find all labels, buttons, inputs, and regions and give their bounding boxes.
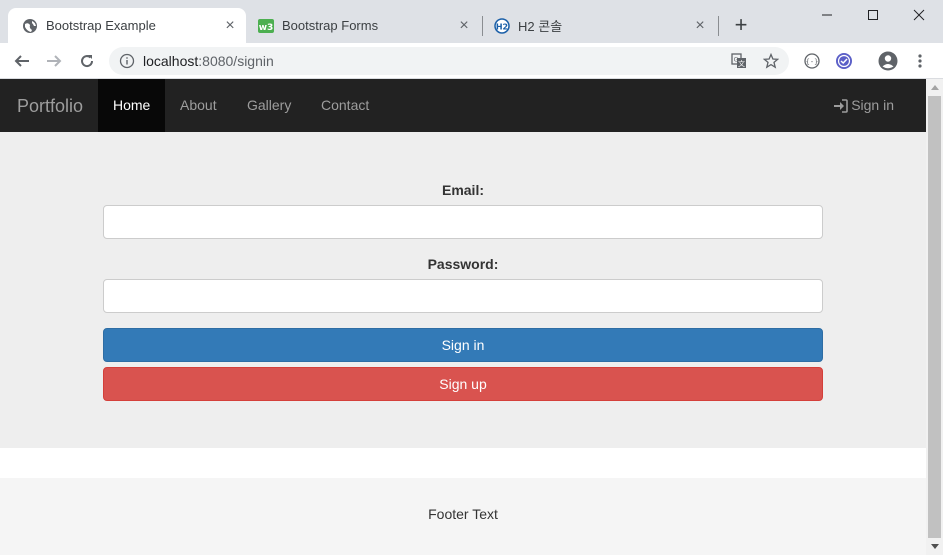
navbar-brand[interactable]: Portfolio: [17, 96, 83, 117]
reload-icon[interactable]: [75, 49, 99, 73]
close-tab-icon[interactable]: ×: [692, 17, 708, 34]
address-bar[interactable]: localhost:8080/signin 文G: [109, 47, 789, 75]
scrollbar-thumb[interactable]: [928, 96, 941, 538]
footer-text: Footer Text: [428, 506, 498, 522]
menu-kebab-icon[interactable]: [908, 49, 932, 73]
signin-form-container: Email: Password: Sign in Sign up: [0, 132, 926, 448]
account-avatar-icon[interactable]: [876, 49, 900, 73]
minimize-icon[interactable]: [804, 0, 850, 30]
svg-text:G: G: [734, 57, 739, 64]
url-host: localhost: [143, 53, 199, 69]
nav-home[interactable]: Home: [98, 79, 166, 132]
tab-divider: [482, 16, 483, 36]
page-scrollbar[interactable]: [926, 79, 943, 555]
nav-gallery[interactable]: Gallery: [232, 79, 306, 132]
scroll-down-icon[interactable]: [926, 538, 943, 555]
tab-title: H2 콘솔: [518, 19, 563, 34]
browser-tab-strip: Bootstrap Example × w3 Bootstrap Forms ×…: [0, 0, 943, 43]
svg-text:文: 文: [738, 59, 745, 68]
log-in-icon: [834, 98, 848, 113]
close-window-icon[interactable]: [896, 0, 942, 30]
url-path: :8080/signin: [198, 53, 274, 69]
extension-icon[interactable]: {-}: [800, 49, 824, 73]
tab-title: Bootstrap Example: [46, 18, 156, 33]
close-tab-icon[interactable]: ×: [456, 17, 472, 34]
password-field[interactable]: [103, 279, 823, 313]
nav-about[interactable]: About: [165, 79, 232, 132]
back-icon[interactable]: [10, 49, 34, 73]
check-extension-icon[interactable]: [832, 49, 856, 73]
maximize-icon[interactable]: [850, 0, 896, 30]
translate-icon[interactable]: 文G: [729, 51, 749, 71]
footer: Footer Text: [0, 478, 926, 555]
navbar: Portfolio Home About Gallery Contact Sig…: [0, 79, 926, 132]
svg-text:w3: w3: [259, 23, 274, 33]
email-label: Email:: [441, 182, 484, 198]
tab-bootstrap-example[interactable]: Bootstrap Example ×: [8, 8, 246, 43]
scroll-up-icon[interactable]: [926, 79, 943, 96]
globe-icon: [22, 18, 38, 34]
email-field[interactable]: [103, 205, 823, 239]
signin-button[interactable]: Sign in: [103, 328, 823, 362]
nav-signin-link[interactable]: Sign in: [833, 79, 894, 132]
signup-button[interactable]: Sign up: [103, 367, 823, 401]
h2-icon: H2: [494, 17, 510, 34]
new-tab-button[interactable]: +: [731, 14, 751, 38]
tab-divider: [718, 16, 719, 36]
browser-toolbar: localhost:8080/signin 文G {-}: [0, 43, 943, 79]
tab-bootstrap-forms[interactable]: w3 Bootstrap Forms ×: [250, 8, 480, 43]
url-text: localhost:8080/signin: [143, 53, 274, 69]
nav-contact[interactable]: Contact: [306, 79, 384, 132]
tab-title: Bootstrap Forms: [282, 18, 379, 33]
close-tab-icon[interactable]: ×: [222, 17, 238, 34]
svg-text:{-}: {-}: [806, 58, 819, 66]
web-page: Portfolio Home About Gallery Contact Sig…: [0, 79, 926, 555]
tab-h2-console[interactable]: H2 H2 콘솔 ×: [486, 8, 716, 43]
forward-icon[interactable]: [42, 49, 66, 73]
bookmark-star-icon[interactable]: [761, 51, 781, 71]
w3schools-icon: w3: [258, 18, 274, 34]
svg-text:H2: H2: [496, 22, 508, 31]
nav-signin-label: Sign in: [851, 97, 894, 113]
info-icon[interactable]: [119, 53, 135, 69]
password-label: Password:: [427, 256, 499, 272]
